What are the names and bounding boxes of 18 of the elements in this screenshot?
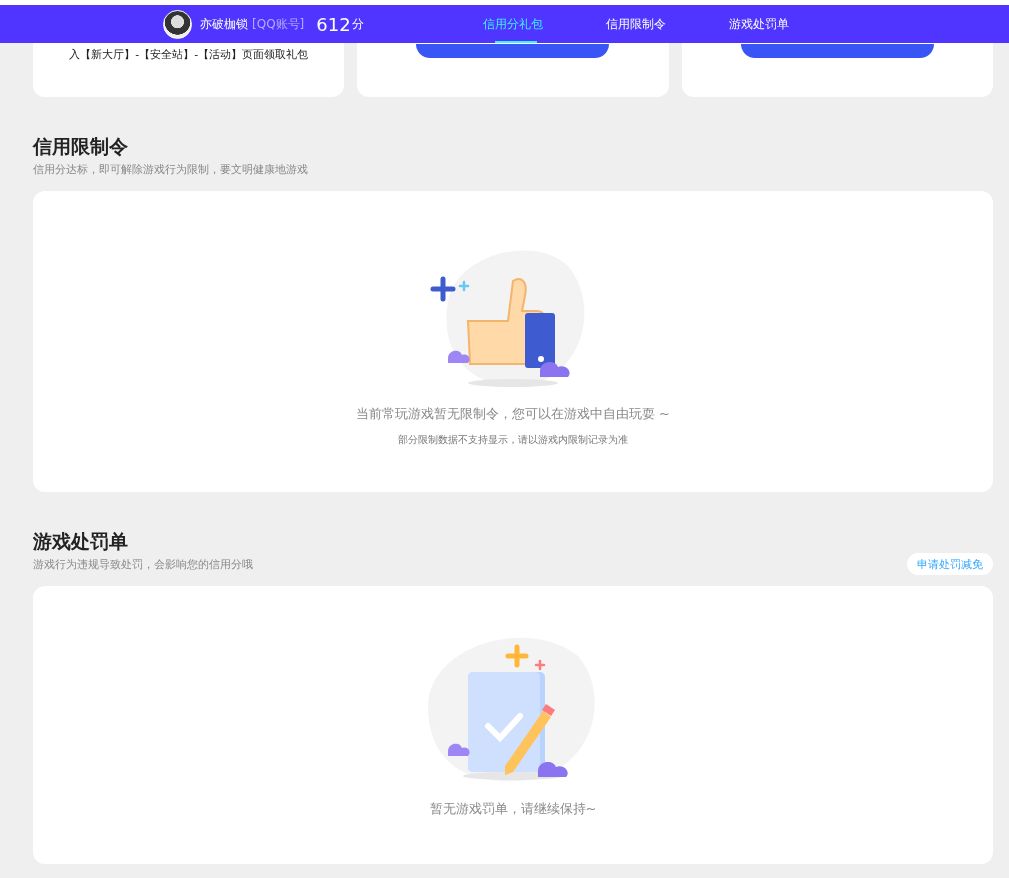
claim-button[interactable] bbox=[416, 44, 610, 58]
empty-message: 当前常玩游戏暂无限制令，您可以在游戏中自由玩耍 ~ bbox=[356, 405, 670, 423]
note-text: 部分限制数据不支持显示，请以游戏内限制记录为准 bbox=[398, 433, 628, 447]
gift-instructions: 入【新大厅】-【安全站】-【活动】页面领取礼包 bbox=[69, 47, 309, 62]
section-subtitle: 游戏行为违规导致处罚，会影响您的信用分哦 bbox=[33, 557, 253, 572]
score-unit: 分 bbox=[351, 15, 364, 33]
nav-tab[interactable]: 游戏处罚单 bbox=[729, 5, 852, 43]
nav-tab[interactable]: 信用分礼包 bbox=[483, 5, 606, 43]
avatar bbox=[163, 9, 192, 39]
section-title: 游戏处罚单 bbox=[33, 529, 129, 554]
empty-message: 暂无游戏罚单，请继续保持~ bbox=[429, 800, 597, 818]
claim-button[interactable] bbox=[740, 44, 934, 58]
nav-tab[interactable]: 信用限制令 bbox=[606, 5, 729, 43]
section-subtitle: 信用分达标，即可解除游戏行为限制，要文明健康地游戏 bbox=[33, 162, 308, 177]
credit-score: 612 bbox=[316, 13, 351, 35]
username: 亦破枷锁 bbox=[200, 15, 248, 33]
section-title: 信用限制令 bbox=[33, 134, 129, 159]
account-type: [QQ账号] bbox=[252, 15, 305, 33]
